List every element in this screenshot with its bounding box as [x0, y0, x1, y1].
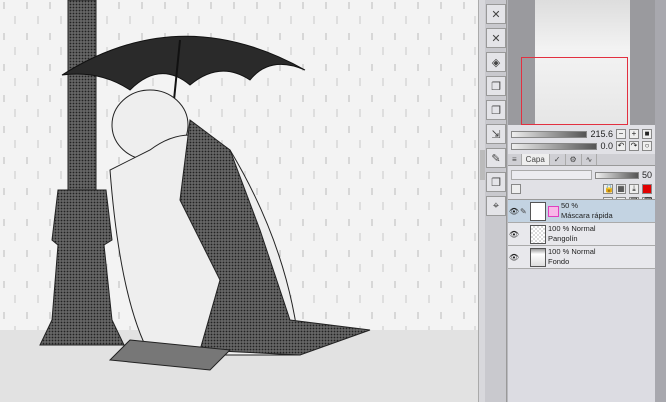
- layer-thumbnail: [530, 247, 546, 267]
- opacity-value: 50: [641, 170, 652, 180]
- visibility-eye-icon[interactable]: 👁: [508, 253, 520, 262]
- layer-thumbnail: [530, 224, 546, 244]
- expression-color-icon[interactable]: [511, 184, 521, 194]
- tab-layer[interactable]: Capa: [521, 154, 550, 165]
- opacity-slider[interactable]: [594, 171, 639, 179]
- layer-row[interactable]: 👁 100 % Normal Fondo: [508, 246, 655, 269]
- zoom-slider[interactable]: [511, 130, 588, 138]
- merge-layer-icon[interactable]: ⇲: [486, 124, 506, 144]
- panel-tabs: ≡ Capa ✓ ⚙ ∿: [508, 154, 655, 166]
- zoom-in-icon[interactable]: +: [629, 129, 639, 139]
- clear-layer-icon[interactable]: ✕: [486, 28, 506, 48]
- edit-layer-icon[interactable]: ✎: [486, 148, 506, 168]
- rotate-left-icon[interactable]: ↶: [616, 141, 626, 151]
- zoom-out-icon[interactable]: −: [616, 129, 626, 139]
- new-folder-icon[interactable]: ❐: [486, 172, 506, 192]
- visibility-eye-icon[interactable]: 👁: [508, 230, 520, 239]
- layer-tool-icon[interactable]: ⌖: [486, 196, 506, 216]
- fit-icon[interactable]: ■: [642, 129, 652, 139]
- navigator-panel: [508, 0, 655, 125]
- canvas-scrollbar[interactable]: [478, 0, 485, 402]
- blend-mode-select[interactable]: [511, 170, 592, 180]
- layer-row[interactable]: 👁 ✎ 50 % Máscara rápida: [508, 200, 655, 223]
- layer-opacity: 100 %: [548, 224, 570, 233]
- tab-check[interactable]: ✓: [550, 154, 566, 165]
- layer-opacity: 100 %: [548, 247, 570, 256]
- reset-rotation-icon[interactable]: ○: [642, 141, 652, 151]
- drawing-canvas[interactable]: [0, 0, 478, 402]
- rotate-right-icon[interactable]: ↷: [629, 141, 639, 151]
- convert-layer-icon[interactable]: ◈: [486, 52, 506, 72]
- lock-icon[interactable]: 🔒: [603, 184, 614, 194]
- layer-panel: 215.6 − + ■ 0.0 ↶ ↷ ○ ≡ Capa ✓ ⚙ ∿ 50 🔒 …: [508, 125, 655, 402]
- delete-layer-icon[interactable]: ✕: [486, 4, 506, 24]
- navigator-view-frame[interactable]: [521, 57, 628, 125]
- layer-row[interactable]: 👁 100 % Normal Pangolín: [508, 223, 655, 246]
- rotation-value: 0.0: [600, 141, 613, 151]
- duplicate-layer-icon[interactable]: ❐: [486, 100, 506, 120]
- illustration: [0, 0, 478, 402]
- layer-blend-mode: Normal: [571, 247, 596, 256]
- layer-color-swatch[interactable]: [642, 184, 652, 194]
- layer-blend-mode: Normal: [571, 224, 596, 233]
- lock-transparent-icon[interactable]: ▦: [616, 184, 626, 194]
- panel-scrollbar[interactable]: [655, 0, 666, 402]
- clip-icon[interactable]: ⤓: [629, 184, 639, 194]
- layer-name: Fondo: [548, 257, 570, 266]
- layer-name: Pangolín: [548, 234, 578, 243]
- tab-history[interactable]: ∿: [582, 154, 598, 165]
- zoom-value: 215.6: [590, 129, 613, 139]
- layer-command-toolbar: ✕ ✕ ◈ ❐ ❐ ⇲ ✎ ❐ ⌖: [485, 0, 507, 402]
- visibility-eye-icon[interactable]: 👁: [508, 207, 520, 216]
- layer-list: 👁 ✎ 50 % Máscara rápida 👁 100 % Normal Pan…: [508, 199, 655, 402]
- rotation-slider[interactable]: [511, 142, 598, 150]
- tab-menu[interactable]: ≡: [508, 154, 522, 165]
- tab-properties[interactable]: ⚙: [566, 154, 582, 165]
- layer-opacity: 50 %: [561, 201, 579, 210]
- layer-name: Máscara rápida: [561, 211, 613, 220]
- copy-layer-icon[interactable]: ❐: [486, 76, 506, 96]
- edit-pen-icon[interactable]: ✎: [520, 207, 530, 216]
- mask-thumbnail: [548, 205, 559, 217]
- layer-thumbnail: [530, 201, 546, 221]
